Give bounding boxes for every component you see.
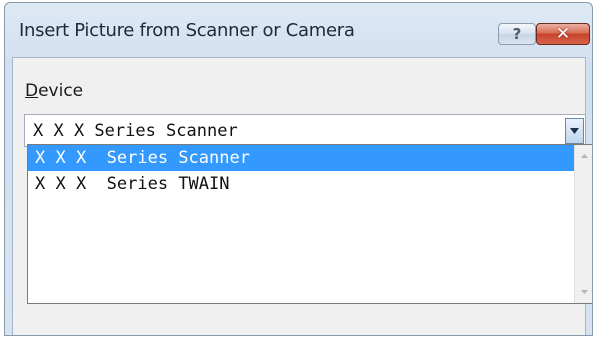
device-dropdown-list[interactable]: X X X Series Scanner X X X Series TWAIN [27,144,592,304]
device-label-text: evice [38,81,84,101]
device-combobox-value: X X X Series Scanner [33,121,238,141]
chevron-down-icon [570,128,579,134]
scroll-down-button[interactable] [575,283,592,301]
device-label-mnemonic: D [25,81,39,101]
scroll-down-arrow-icon [581,290,588,294]
close-button[interactable]: ✕ [536,23,590,45]
scroll-up-arrow-icon [581,154,588,158]
dialog-title: Insert Picture from Scanner or Camera [19,20,355,41]
device-option-scanner[interactable]: X X X Series Scanner [28,145,574,171]
device-option-twain[interactable]: X X X Series TWAIN [28,171,574,197]
scroll-up-button[interactable] [575,147,592,165]
device-label: Device [25,81,83,101]
dialog-window: Insert Picture from Scanner or Camera ? … [4,2,593,336]
device-combobox[interactable]: X X X Series Scanner [24,114,586,147]
title-bar: Insert Picture from Scanner or Camera ? … [5,3,592,57]
dropdown-arrow-button[interactable] [565,118,584,144]
help-button[interactable]: ? [498,23,536,45]
device-options: X X X Series Scanner X X X Series TWAIN [28,145,574,303]
dropdown-scrollbar[interactable] [574,145,592,303]
